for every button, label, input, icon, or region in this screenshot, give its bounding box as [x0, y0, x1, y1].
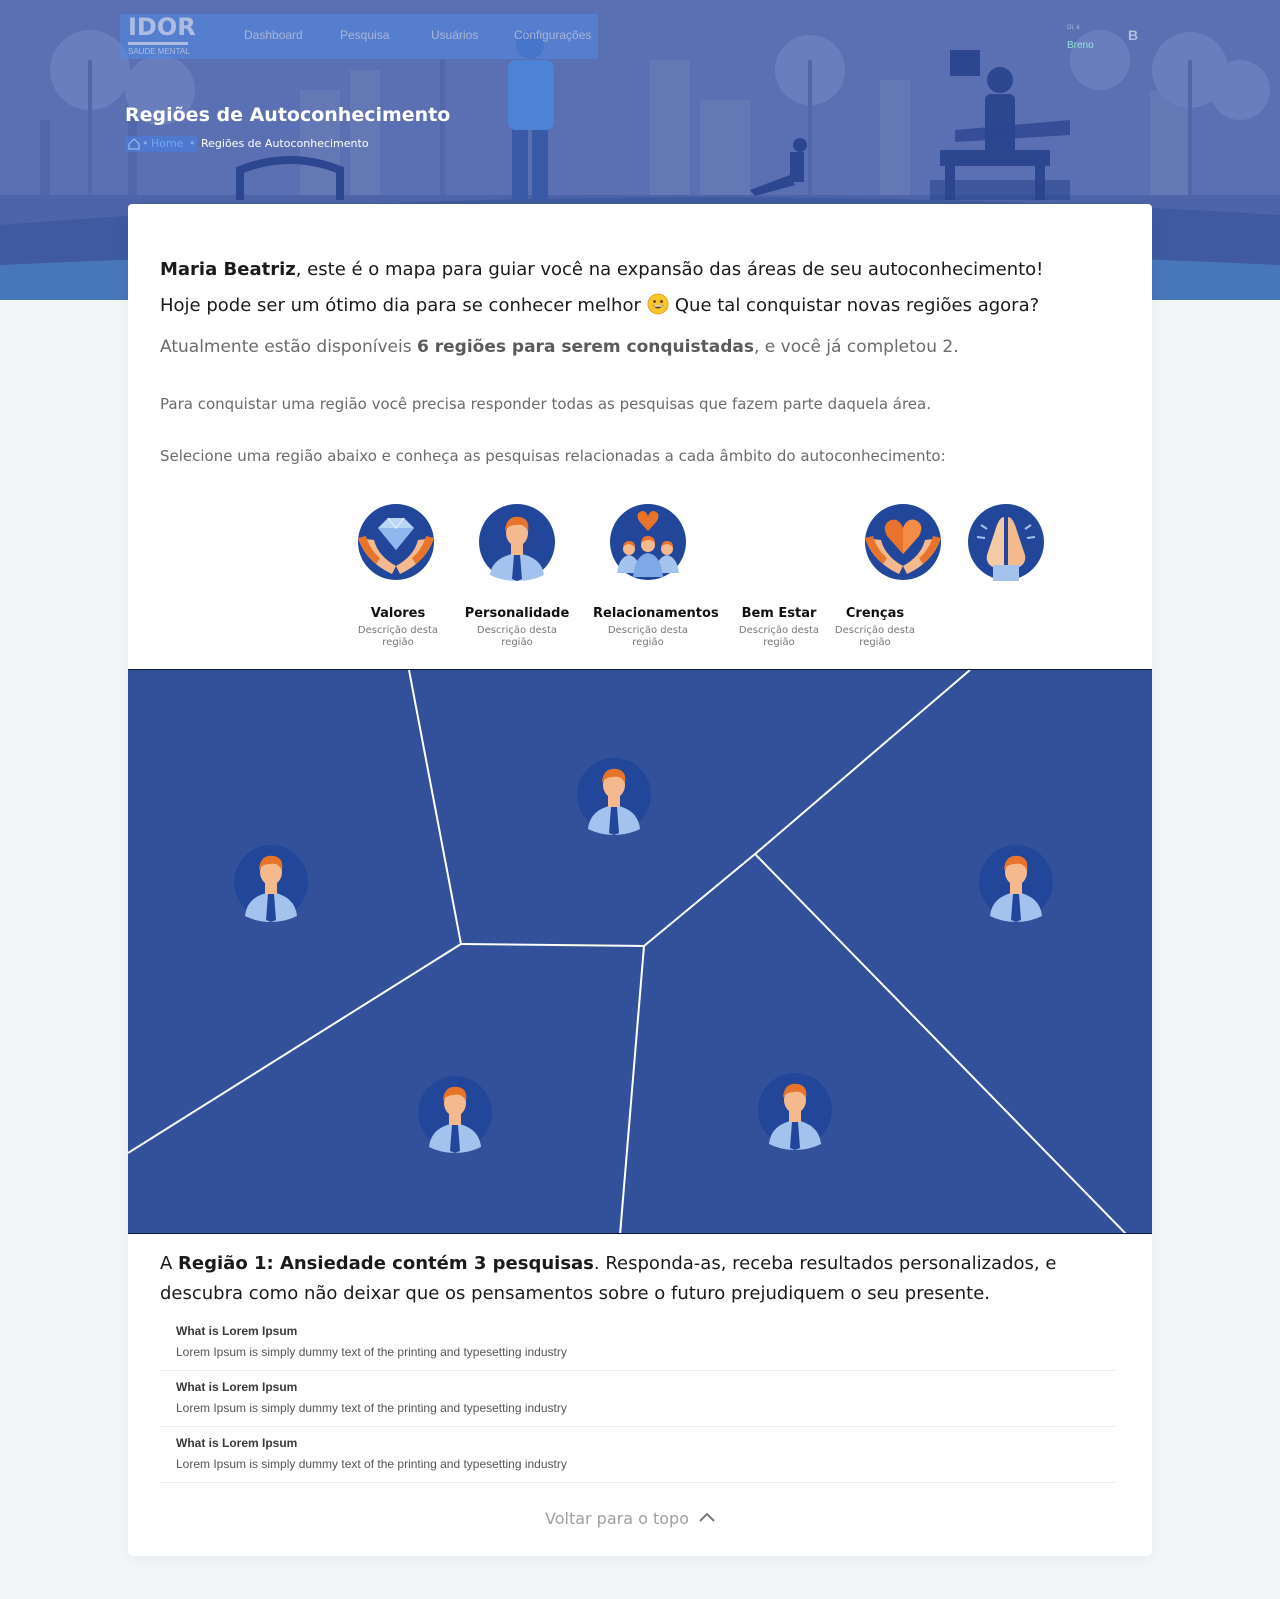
region-desc-personalidade: Descrição desta região — [476, 625, 558, 648]
region-info-prefix: A — [160, 1253, 179, 1274]
survey-item[interactable]: What is Lorem Ipsum Lorem Ipsum is simpl… — [160, 1371, 1116, 1427]
region-personalidade[interactable] — [478, 503, 556, 581]
region-marker-5[interactable] — [758, 1073, 832, 1150]
user-name[interactable]: Breno — [1067, 40, 1094, 51]
breadcrumb-separator: • — [189, 137, 196, 150]
region-name-valores[interactable]: Valores — [343, 606, 453, 621]
page-title: Regiões de Autoconhecimento — [125, 104, 451, 126]
back-to-top-link[interactable]: Voltar para o topo — [545, 1509, 716, 1528]
praying-hands-icon — [968, 504, 1044, 581]
home-icon — [128, 138, 140, 150]
region-bem-estar[interactable] — [863, 502, 943, 582]
intro-line-1-text: , este é o mapa para guiar você na expan… — [295, 259, 1044, 280]
user-greeting: Oi, é — [1067, 25, 1080, 31]
heart-hands-icon — [865, 504, 941, 580]
region-info-text: A Região 1: Ansiedade contém 3 pesquisas… — [160, 1249, 1100, 1309]
nav-dashboard[interactable]: Dashboard — [244, 28, 303, 42]
intro-line-2-a: Hoje pode ser um ótimo dia para se conhe… — [160, 295, 641, 316]
region-name-personalidade[interactable]: Personalidade — [462, 606, 572, 621]
logo-text: IDOR — [128, 13, 196, 41]
region-name-relacionamentos[interactable]: Relacionamentos — [593, 606, 719, 621]
back-to-top-label: Voltar para o topo — [545, 1509, 689, 1528]
breadcrumb-home[interactable]: Home — [151, 137, 183, 150]
survey-item[interactable]: What is Lorem Ipsum Lorem Ipsum is simpl… — [160, 1315, 1116, 1371]
region-marker-2[interactable] — [234, 845, 308, 922]
region-relacionamentos[interactable] — [609, 503, 687, 581]
available-regions-text: Atualmente estão disponíveis 6 regiões p… — [160, 337, 959, 357]
survey-title: What is Lorem Ipsum — [176, 1324, 298, 1338]
region-crencas[interactable] — [967, 503, 1045, 581]
survey-title: What is Lorem Ipsum — [176, 1436, 298, 1450]
intro-line-2: Hoje pode ser um ótimo dia para se conhe… — [160, 288, 1130, 324]
content-card: Maria Beatriz, este é o mapa para guiar … — [128, 204, 1152, 1556]
grinning-emoji-icon — [647, 293, 669, 315]
survey-desc: Lorem Ipsum is simply dummy text of the … — [176, 1401, 567, 1415]
diamond-hands-icon — [358, 504, 434, 580]
region-valores[interactable] — [356, 502, 436, 582]
intro-line-2-b: Que tal conquistar novas regiões agora? — [674, 295, 1040, 316]
nav-pesquisa[interactable]: Pesquisa — [340, 28, 389, 42]
survey-title: What is Lorem Ipsum — [176, 1380, 298, 1394]
intro-line-1: Maria Beatriz, este é o mapa para guiar … — [160, 252, 1130, 288]
survey-desc: Lorem Ipsum is simply dummy text of the … — [176, 1457, 567, 1471]
region-borders — [128, 670, 1127, 1233]
instruction-1: Para conquistar uma região você precisa … — [160, 395, 931, 413]
user-avatar[interactable]: B — [1128, 27, 1138, 43]
region-desc-valores: Descrição desta região — [357, 625, 439, 648]
region-name-bem-estar[interactable]: Bem Estar — [724, 606, 834, 621]
logo-underline — [128, 42, 188, 45]
nav-usuarios[interactable]: Usuários — [431, 28, 478, 42]
region-info-bold: Região 1: Ansiedade contém 3 pesquisas — [178, 1253, 594, 1274]
region-desc-relacionamentos: Descrição desta região — [607, 625, 689, 648]
survey-item[interactable]: What is Lorem Ipsum Lorem Ipsum is simpl… — [160, 1427, 1116, 1483]
region-name-crencas[interactable]: Crenças — [820, 606, 930, 621]
breadcrumb-current: Regiões de Autoconhecimento — [201, 137, 369, 150]
chevron-up-icon — [699, 1512, 715, 1522]
group-heart-icon — [610, 504, 686, 580]
available-bold: 6 regiões para serem conquistadas — [417, 337, 754, 357]
region-marker-3[interactable] — [979, 845, 1053, 922]
breadcrumb-separator: • — [142, 137, 149, 150]
regions-map[interactable] — [128, 669, 1152, 1234]
user-full-name: Maria Beatriz — [160, 259, 296, 280]
logo-subtitle: SAUDE MENTAL — [128, 47, 190, 56]
available-suffix: , e você já completou 2. — [753, 337, 959, 357]
region-desc-bem-estar: Descrição desta região — [738, 625, 820, 648]
voronoi-map — [128, 670, 1127, 1233]
brand-logo[interactable]: IDOR SAUDE MENTAL — [126, 13, 196, 59]
available-prefix: Atualmente estão disponíveis — [160, 337, 418, 357]
person-icon — [479, 504, 555, 581]
nav-configuracoes[interactable]: Configurações — [514, 28, 591, 42]
instruction-2: Selecione uma região abaixo e conheça as… — [160, 447, 946, 465]
survey-desc: Lorem Ipsum is simply dummy text of the … — [176, 1345, 567, 1359]
top-navbar: IDOR SAUDE MENTAL Dashboard Pesquisa Usu… — [120, 13, 598, 59]
region-marker-1[interactable] — [577, 758, 651, 835]
region-desc-crencas: Descrição desta região — [834, 625, 916, 648]
region-marker-4[interactable] — [418, 1076, 492, 1153]
breadcrumb-home-wrap[interactable]: • Home — [125, 136, 197, 152]
